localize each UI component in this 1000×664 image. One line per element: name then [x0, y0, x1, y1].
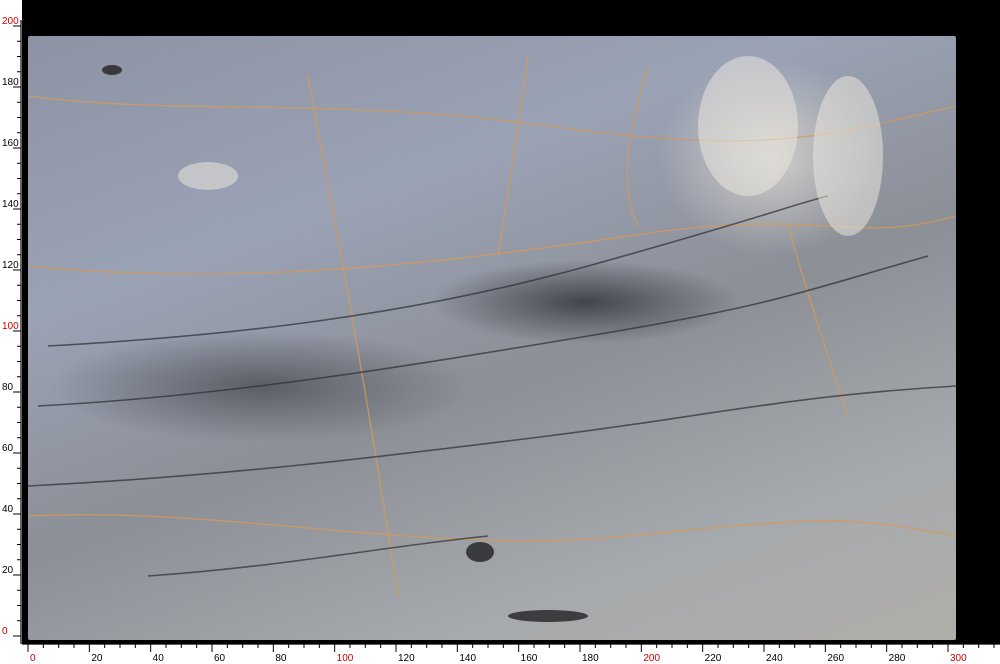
- horizontal-ruler-label: 100: [337, 653, 354, 664]
- horizontal-ruler-label: 40: [153, 653, 165, 664]
- marble-slab-photo: 0 20 40 60 80 100 120 140 160 180 200 0 20 40 60 80 100 1…: [0, 0, 1000, 664]
- horizontal-ruler-label: 260: [827, 653, 844, 664]
- horizontal-ruler-label: 20: [91, 653, 103, 664]
- measurement-rulers: 0 20 40 60 80 100 120 140 160 180 200 0 20 40 60 80 100 1…: [2, 16, 1000, 664]
- vertical-ruler-label: 120: [2, 260, 19, 271]
- horizontal-ruler-label: 300: [950, 653, 967, 664]
- horizontal-ruler-label: 140: [459, 653, 476, 664]
- vertical-ruler-label: 80: [2, 382, 14, 393]
- vertical-ruler-label: 0: [2, 626, 8, 637]
- horizontal-ruler-label: 240: [766, 653, 783, 664]
- horizontal-ruler-label: 120: [398, 653, 415, 664]
- horizontal-ruler-label: 160: [521, 653, 538, 664]
- vertical-ruler-label: 140: [2, 199, 19, 210]
- vertical-ruler-label: 60: [2, 443, 14, 454]
- horizontal-ruler-label: 180: [582, 653, 599, 664]
- vertical-ruler-label: 200: [2, 16, 19, 27]
- vertical-ruler-label: 20: [2, 565, 14, 576]
- horizontal-ruler-label: 280: [889, 653, 906, 664]
- horizontal-ruler-label: 200: [643, 653, 660, 664]
- vertical-ruler-label: 40: [2, 504, 14, 515]
- vertical-ruler-label: 180: [2, 77, 19, 88]
- horizontal-ruler-label: 60: [214, 653, 226, 664]
- horizontal-ruler-label: 0: [30, 653, 36, 664]
- horizontal-ruler-label: 220: [705, 653, 722, 664]
- vertical-ruler-label: 160: [2, 138, 19, 149]
- vertical-ruler-label: 100: [2, 321, 19, 332]
- horizontal-ruler-label: 80: [275, 653, 287, 664]
